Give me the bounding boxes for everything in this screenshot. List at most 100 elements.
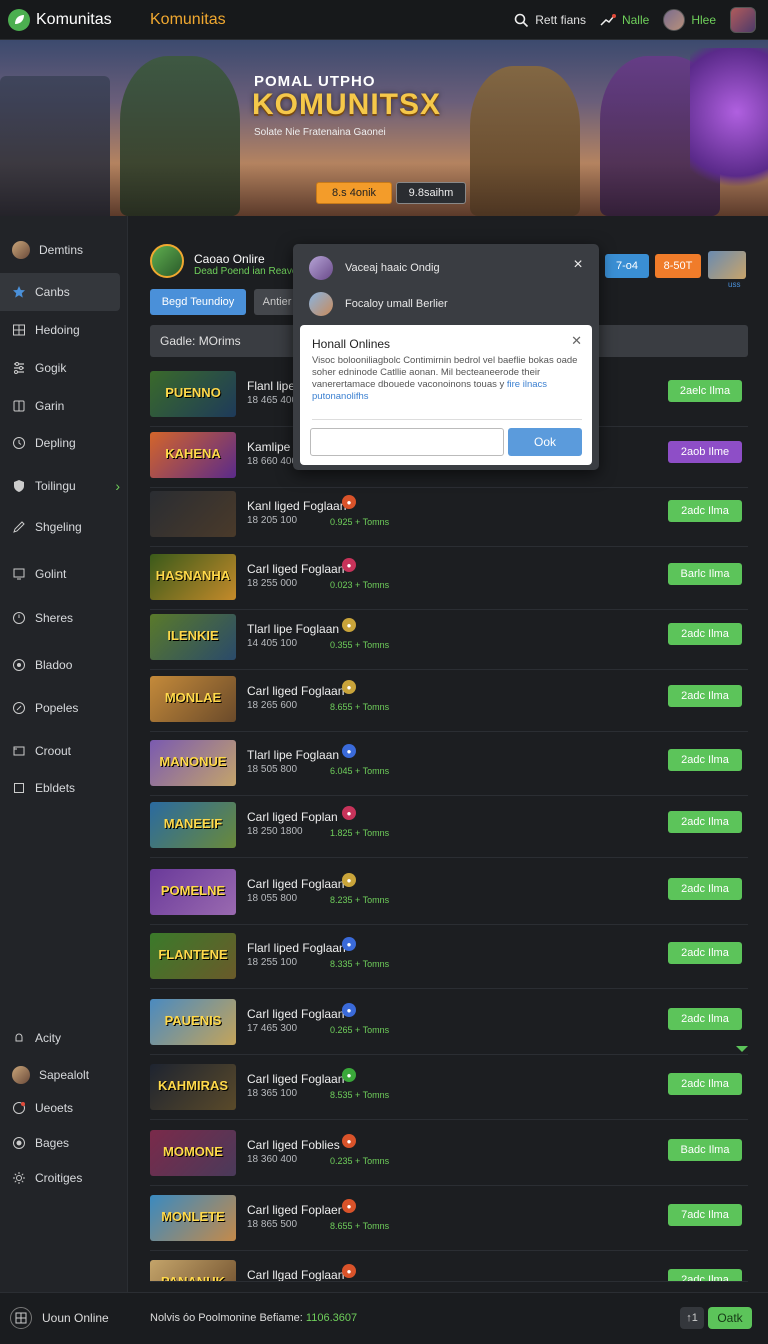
sidebar-item-sheres[interactable]: Sheres	[0, 599, 120, 637]
sidebar-item-label: Bladoo	[35, 658, 73, 672]
list-item[interactable]: MANEEIF Carl liged Foplan 18 250 1800 ● 1.82…	[150, 796, 748, 858]
list-item[interactable]: Kanl liged Foglaan 18 205 100 ● 0.925 + Tom…	[150, 485, 748, 547]
game-thumbnail[interactable]: MANONUE	[150, 740, 236, 786]
game-thumbnail[interactable]: MANEEIF	[150, 802, 236, 848]
chevron-right-icon: ›	[115, 478, 120, 494]
ok-button[interactable]: Ook	[508, 428, 582, 456]
list-item[interactable]: FLANTENE Flarl liped Foglaan 18 255 100 ● 8.…	[150, 927, 748, 989]
sidebar-item-gogik[interactable]: Gogik	[0, 349, 120, 387]
game-thumbnail[interactable]: POMELNE	[150, 869, 236, 915]
sidebar-item-demtins[interactable]: Demtins	[0, 231, 120, 269]
game-thumbnail[interactable]: PAUENIS	[150, 999, 236, 1045]
game-thumbnail[interactable]: MONLETE	[150, 1195, 236, 1241]
game-thumbnail[interactable]: KAHMIRAS	[150, 1064, 236, 1110]
orange-pill-button[interactable]: 8-50T	[655, 254, 701, 278]
list-item[interactable]: KAHMIRAS Carl liged Foglaan 18 365 100 ● 8.5…	[150, 1058, 748, 1120]
sidebar-item-golint[interactable]: Golint	[0, 555, 120, 593]
brand[interactable]: Komunitas	[8, 8, 112, 32]
list-item[interactable]: MANONUE Tlarl lipe Foglaan 18 505 800 ● 6.04…	[150, 734, 748, 796]
row-action-button[interactable]: Badc Ilma	[668, 1139, 742, 1161]
game-thumbnail[interactable]: PANANUK	[150, 1260, 236, 1281]
sidebar-item-garin[interactable]: Garin	[0, 387, 120, 425]
game-thumbnail[interactable]: PUENNO	[150, 371, 236, 417]
online-toggle[interactable]: Uoun Online	[10, 1307, 109, 1329]
row-title: Carl liged Foglaan	[247, 877, 345, 891]
game-thumbnail[interactable]: MONLAE	[150, 676, 236, 722]
community-avatar[interactable]	[150, 244, 184, 278]
row-action-button[interactable]: 2adc Ilma	[668, 1073, 742, 1095]
notify-label: Nalle	[621, 13, 650, 27]
game-thumbnail[interactable]: HASNANHA	[150, 554, 236, 600]
game-thumbnail[interactable]: MOMONE	[150, 1130, 236, 1176]
sidebar-item-hedoing[interactable]: Hedoing	[0, 311, 120, 349]
sidebar-item-label: Sapealolt	[39, 1068, 90, 1082]
sidebar-item-label: Sheres	[35, 611, 74, 625]
status-badge: ●	[342, 1068, 356, 1082]
sidebar-item-acity[interactable]: Acity	[0, 1019, 120, 1057]
sidebar-item-depling[interactable]: Depling	[0, 424, 120, 462]
sidebar-item-label: Croout	[35, 744, 72, 758]
row-action-button[interactable]: 2adc Ilma	[668, 749, 742, 771]
sidebar-item-ueoets[interactable]: Ueoets	[0, 1089, 120, 1127]
close-icon[interactable]: ×	[571, 257, 585, 273]
row-action-button[interactable]: 2adc Ilma	[668, 1269, 742, 1281]
dialog-input[interactable]	[310, 428, 504, 456]
sidebar-item-ebldets[interactable]: Ebldets	[0, 769, 120, 807]
row-title: Carl liged Foplan	[247, 810, 338, 824]
panel-row-1[interactable]: Vaceaj haaic Ondig	[309, 256, 440, 280]
banner-primary-button[interactable]: 8.s 4onik	[316, 182, 392, 204]
sort-icon[interactable]: ↑1	[680, 1307, 704, 1329]
game-thumbnail[interactable]: FLANTENE	[150, 933, 236, 979]
list-item[interactable]: MONLAE Carl liged Foglaan 18 265 600 ● 8.655…	[150, 670, 748, 732]
footer-ok-button[interactable]: Oatk	[708, 1307, 752, 1329]
panel-row-2[interactable]: Focaloy umall Berlier	[309, 292, 448, 316]
tab-active[interactable]: Begd Teundioy	[150, 289, 246, 315]
row-action-button[interactable]: 2adc Ilma	[668, 623, 742, 645]
sidebar-item-canbs[interactable]: Canbs	[0, 273, 120, 311]
featured-thumbnail[interactable]	[708, 251, 746, 279]
row-action-button[interactable]: 2adc Ilma	[668, 811, 742, 833]
community-subtitle: Dead Poend ian Reaver	[194, 266, 301, 277]
row-action-button[interactable]: 2aelc Ilma	[668, 380, 742, 402]
row-action-button[interactable]: 7adc Ilma	[668, 1204, 742, 1226]
list-item[interactable]: HASNANHA Carl liged Foglaan 18 255 000 ● 0.0…	[150, 548, 748, 610]
list-item[interactable]: POMELNE Carl liged Foglaan 18 055 800 ● 8.23…	[150, 863, 748, 925]
profile-button[interactable]: Hlee	[663, 9, 716, 31]
row-action-button[interactable]: 2adc Ilma	[668, 878, 742, 900]
sidebar-item-toilingu[interactable]: Toilingu ›	[0, 467, 120, 505]
hero-dwarf-art	[470, 66, 580, 216]
game-thumbnail[interactable]: ILENKIE	[150, 614, 236, 660]
banner-secondary-button[interactable]: 9.8saihm	[396, 182, 466, 204]
sidebar-item-croitiges[interactable]: Croitiges	[0, 1159, 120, 1197]
sidebar-item-croout[interactable]: Croout	[0, 732, 120, 770]
row-action-button[interactable]: 2adc Ilma	[668, 500, 742, 522]
close-icon[interactable]: ✕	[571, 334, 582, 347]
list-item[interactable]: ILENKIE Tlarl lipe Foglaan 14 405 100 ● 0.35…	[150, 608, 748, 670]
sidebar-item-label: Golint	[35, 567, 67, 581]
sidebar-item-bladoo[interactable]: Bladoo	[0, 646, 120, 684]
sidebar-item-popeles[interactable]: Popeles	[0, 689, 120, 727]
dialog-link[interactable]: fire ilnacs	[507, 379, 547, 390]
search-label: Rett fians	[535, 13, 586, 27]
row-action-button[interactable]: 2aob Ilme	[668, 441, 742, 463]
list-item[interactable]: MOMONE Carl liged Foblies 18 360 400 ● 0.235…	[150, 1124, 748, 1186]
monitor-icon	[13, 568, 25, 580]
thumbnail-label: MANONUE	[159, 754, 227, 769]
game-thumbnail[interactable]: KAHENA	[150, 432, 236, 478]
sidebar-item-bages[interactable]: Bages	[0, 1124, 120, 1162]
search-button[interactable]: Rett fians	[514, 13, 586, 28]
notify-button[interactable]: Nalle	[600, 13, 649, 27]
list-item[interactable]: PAUENIS Carl liged Foglaan 17 465 300 ● 0.26…	[150, 993, 748, 1055]
row-action-button[interactable]: 2adc Ilma	[668, 1008, 742, 1030]
sidebar-item-shgeling[interactable]: Shgeling	[0, 508, 120, 546]
game-thumbnail[interactable]	[150, 491, 236, 537]
status-badge: ●	[342, 1199, 356, 1213]
row-action-button[interactable]: 2adc Ilma	[668, 942, 742, 964]
list-item[interactable]: PANANUK Carl llgad Foglaan ● 2adc Ilma	[150, 1254, 748, 1282]
list-item[interactable]: MONLETE Carl liged Foplaer 18 865 500 ● 8.65…	[150, 1189, 748, 1251]
dialog-link[interactable]: putonanolifhs	[312, 391, 369, 402]
account-avatar[interactable]	[730, 7, 756, 33]
row-action-button[interactable]: Barlc Ilma	[668, 563, 742, 585]
row-action-button[interactable]: 2adc Ilma	[668, 685, 742, 707]
blue-pill-button[interactable]: 7-o4	[605, 254, 649, 278]
